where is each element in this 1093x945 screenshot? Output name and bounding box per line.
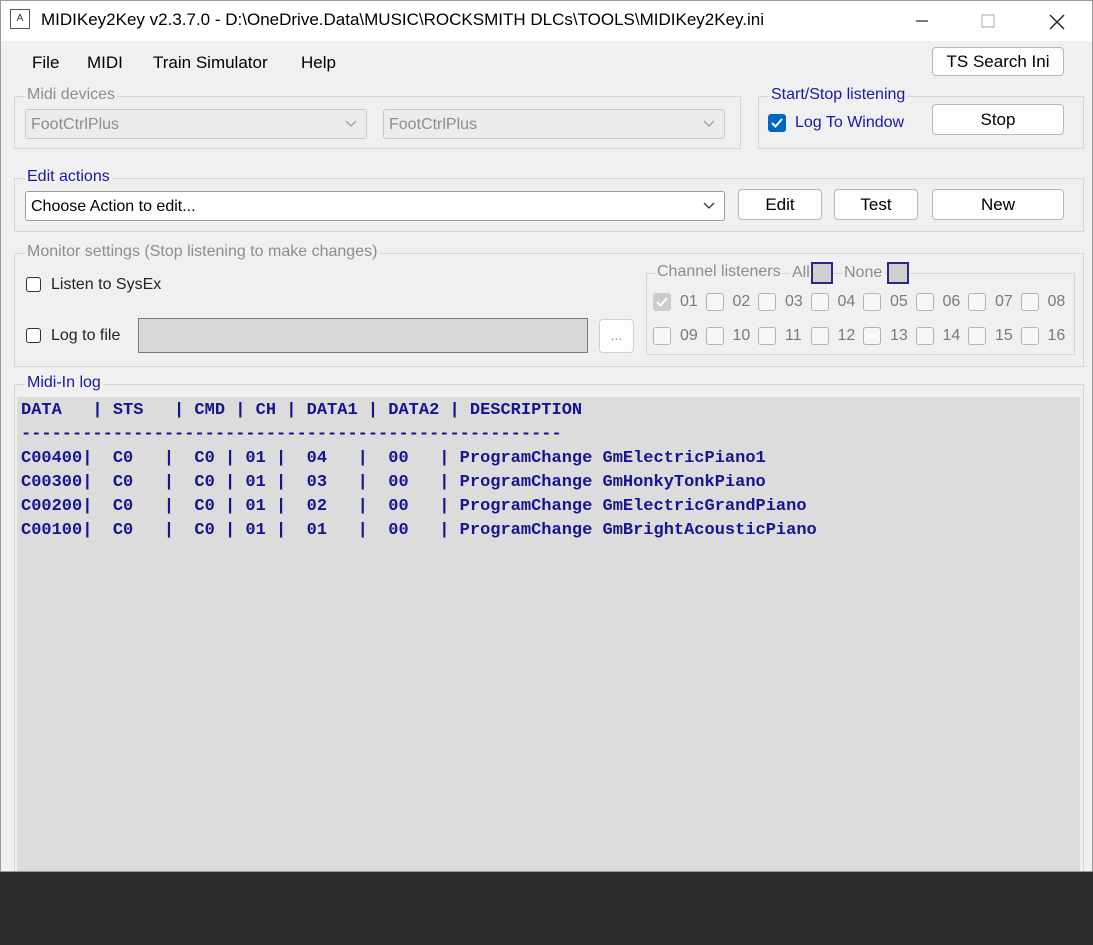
menu-help[interactable]: Help	[301, 53, 336, 73]
log-file-path-input[interactable]	[138, 318, 588, 353]
channel-03-checkbox[interactable]	[758, 293, 776, 311]
channel-08-checkbox[interactable]	[1020, 293, 1039, 311]
app-window: A MIDIKey2Key v2.3.7.0 - D:\OneDrive.Dat…	[0, 0, 1093, 872]
channel-06-checkbox[interactable]	[915, 293, 934, 311]
log-header-row: DATA | STS | CMD | CH | DATA1 | DATA2 | …	[21, 401, 583, 420]
channel-04-label: 04	[837, 293, 856, 310]
midi-output-device-select[interactable]: FootCtrlPlus	[383, 109, 725, 139]
channel-10-checkbox[interactable]	[705, 327, 724, 345]
minimize-icon	[916, 20, 928, 22]
menu-file[interactable]: File	[32, 53, 59, 73]
monitor-settings-legend: Monitor settings (Stop listening to make…	[25, 243, 380, 261]
channel-14-checkbox[interactable]	[915, 327, 934, 345]
log-entry-row: C00200| C0 | C0 | 01 | 02 | 00 | Program…	[21, 497, 807, 516]
midi-input-device-select[interactable]: FootCtrlPlus	[25, 109, 367, 139]
close-button[interactable]	[1025, 1, 1089, 41]
maximize-button[interactable]	[956, 1, 1020, 41]
chevron-down-icon	[703, 202, 715, 209]
browse-button[interactable]: ...	[599, 319, 634, 353]
edit-actions-legend: Edit actions	[25, 168, 112, 186]
channel-15-checkbox[interactable]	[968, 327, 986, 345]
edit-button[interactable]: Edit	[738, 189, 822, 220]
start-stop-legend: Start/Stop listening	[769, 86, 908, 104]
channel-01-label: 01	[680, 293, 698, 310]
log-separator: ----------------------------------------…	[21, 425, 562, 444]
channel-02-label: 02	[732, 293, 751, 310]
midi-in-log-legend: Midi-In log	[25, 374, 103, 392]
channel-12-label: 12	[837, 327, 856, 344]
channel-all-label: All	[790, 264, 812, 282]
channel-none-label: None	[842, 264, 885, 282]
channel-07-label: 07	[995, 293, 1013, 310]
channel-13-checkbox[interactable]	[863, 327, 881, 345]
window-title: MIDIKey2Key v2.3.7.0 - D:\OneDrive.Data\…	[41, 10, 765, 29]
log-to-file-label: Log to file	[51, 327, 121, 344]
menu-midi[interactable]: MIDI	[87, 53, 123, 73]
channel-15-label: 15	[995, 327, 1013, 344]
action-select[interactable]: Choose Action to edit...	[25, 191, 725, 221]
midi-in-log-view[interactable]: DATA | STS | CMD | CH | DATA1 | DATA2 | …	[17, 397, 1080, 871]
menu-train-simulator[interactable]: Train Simulator	[153, 53, 268, 73]
midi-input-device-value: FootCtrlPlus	[31, 116, 120, 133]
channel-10-label: 10	[732, 327, 751, 344]
log-entry-row: C00400| C0 | C0 | 01 | 04 | 00 | Program…	[21, 449, 766, 468]
log-entry-row: C00100| C0 | C0 | 01 | 01 | 00 | Program…	[21, 521, 817, 540]
log-to-window-label: Log To Window	[795, 114, 905, 131]
close-icon	[1049, 14, 1065, 30]
channel-13-label: 13	[890, 327, 908, 344]
channel-all-button[interactable]	[811, 262, 833, 284]
channel-none-button[interactable]	[887, 262, 909, 284]
channel-09-checkbox[interactable]	[653, 327, 671, 345]
channel-14-label: 14	[942, 327, 961, 344]
maximize-icon	[981, 14, 995, 28]
stop-button[interactable]: Stop	[932, 104, 1064, 135]
listen-sysex-label: Listen to SysEx	[51, 276, 162, 293]
log-to-window-checkbox[interactable]	[768, 114, 786, 132]
channel-12-checkbox[interactable]	[810, 327, 829, 345]
chevron-down-icon	[345, 120, 357, 127]
chevron-down-icon	[703, 120, 715, 127]
app-icon[interactable]: A	[10, 9, 30, 29]
test-button[interactable]: Test	[834, 189, 918, 220]
action-select-value: Choose Action to edit...	[31, 198, 196, 215]
channel-16-label: 16	[1047, 327, 1066, 344]
log-to-file-checkbox[interactable]	[26, 328, 41, 343]
channel-11-checkbox[interactable]	[758, 327, 776, 345]
channel-04-checkbox[interactable]	[810, 293, 829, 311]
channel-16-checkbox[interactable]	[1020, 327, 1039, 345]
listen-sysex-checkbox[interactable]	[26, 277, 41, 292]
channel-06-label: 06	[942, 293, 961, 310]
channel-11-label: 11	[785, 327, 802, 344]
taskbar-background	[0, 872, 1093, 945]
log-entry-row: C00300| C0 | C0 | 01 | 03 | 00 | Program…	[21, 473, 766, 492]
minimize-button[interactable]	[890, 1, 954, 41]
checkmark-icon	[771, 118, 783, 128]
channel-05-checkbox[interactable]	[863, 293, 881, 311]
new-button[interactable]: New	[932, 189, 1064, 220]
channel-09-label: 09	[680, 327, 698, 344]
channel-01-checkbox[interactable]	[653, 293, 671, 311]
channel-08-label: 08	[1047, 293, 1066, 310]
ts-search-ini-button[interactable]: TS Search Ini	[932, 47, 1064, 76]
midi-output-device-value: FootCtrlPlus	[389, 116, 478, 133]
midi-devices-legend: Midi devices	[25, 86, 118, 104]
channel-02-checkbox[interactable]	[705, 293, 724, 311]
channel-05-label: 05	[890, 293, 908, 310]
channel-listeners-legend: Channel listeners	[655, 263, 783, 281]
menu-bar: File MIDI Train Simulator Help TS Search…	[1, 41, 1092, 81]
checkmark-icon	[656, 297, 668, 307]
title-bar[interactable]: A MIDIKey2Key v2.3.7.0 - D:\OneDrive.Dat…	[1, 1, 1092, 41]
channel-03-label: 03	[785, 293, 803, 310]
channel-07-checkbox[interactable]	[968, 293, 986, 311]
